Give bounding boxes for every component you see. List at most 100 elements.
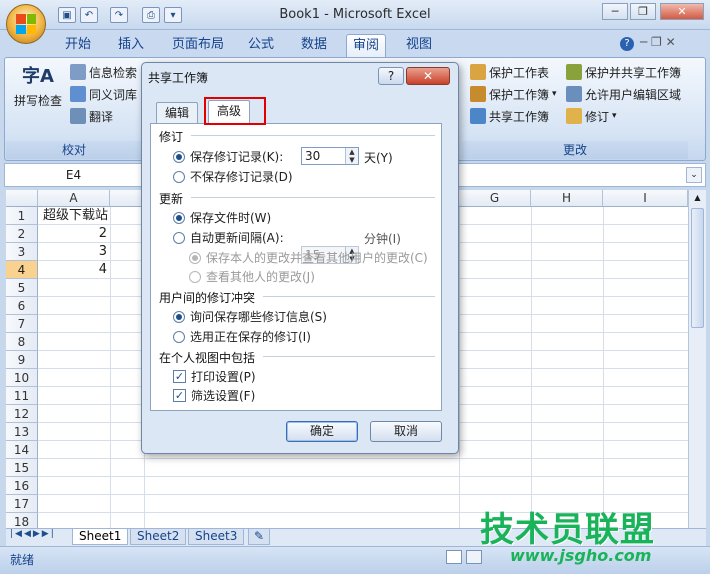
row-header[interactable]: 2 (6, 225, 38, 243)
share-workbook-button[interactable]: 共享工作簿 (470, 106, 549, 126)
minimize-button[interactable]: ─ (602, 3, 628, 20)
radio-icon (173, 310, 185, 323)
row-header[interactable]: 9 (6, 351, 38, 369)
ask-which-option[interactable]: 询问保存哪些修订信息(S) (173, 308, 327, 325)
highlight-box (204, 97, 266, 125)
row-header[interactable]: 17 (6, 495, 38, 513)
cell-a1[interactable]: 超级下载站 (40, 207, 110, 225)
minutes-unit: 分钟(I) (364, 232, 401, 246)
row-header[interactable]: 18 (6, 513, 38, 528)
row-header[interactable]: 14 (6, 441, 38, 459)
checkmark-icon: ✓ (173, 370, 186, 383)
scroll-up-icon[interactable]: ▲ (689, 190, 706, 206)
expand-formula-icon[interactable]: ⌄ (686, 167, 702, 183)
row-header[interactable]: 10 (6, 369, 38, 387)
protect-sheet-button[interactable]: 保护工作表 (470, 62, 549, 82)
protect-workbook-icon (470, 86, 486, 102)
sheet-tab-1[interactable]: Sheet1 (72, 529, 129, 545)
row-header[interactable]: 1 (6, 207, 38, 225)
cell-a2[interactable]: 2 (40, 225, 110, 243)
tab-page-layout[interactable]: 页面布局 (166, 34, 230, 58)
row-header[interactable]: 3 (6, 243, 38, 261)
radio-icon (189, 251, 201, 264)
office-button[interactable] (6, 4, 46, 44)
row-header[interactable]: 15 (6, 459, 38, 477)
section-track-changes: 修订 (159, 130, 184, 144)
scroll-thumb[interactable] (691, 208, 704, 328)
print-settings-checkbox[interactable]: ✓ 打印设置(P) (173, 368, 256, 385)
divider (191, 135, 435, 136)
auto-update-option[interactable]: 自动更新间隔(A): (173, 229, 284, 246)
dialog-title: 共享工作簿 (148, 71, 209, 85)
column-header[interactable]: I (603, 190, 688, 207)
row-header[interactable]: 16 (6, 477, 38, 495)
row-header[interactable]: 11 (6, 387, 38, 405)
column-header-hidden[interactable] (110, 190, 144, 207)
row-header[interactable]: 13 (6, 423, 38, 441)
restore-button[interactable]: ❐ (630, 3, 656, 20)
row-header[interactable]: 6 (6, 297, 38, 315)
column-header[interactable]: H (531, 190, 603, 207)
insert-sheet-icon[interactable]: ✎ (248, 529, 270, 545)
gridline (38, 458, 688, 459)
row-header[interactable]: 12 (6, 405, 38, 423)
redo-icon[interactable]: ↷ (110, 7, 128, 23)
tab-review[interactable]: 审阅 (346, 34, 387, 58)
tab-home[interactable]: 开始 (59, 34, 97, 58)
update-on-save-option[interactable]: 保存文件时(W) (173, 209, 271, 226)
name-box[interactable]: E4 (6, 166, 142, 184)
help-icon[interactable]: ? (620, 37, 634, 51)
thesaurus-button[interactable]: 同义词库 (70, 84, 137, 104)
translate-button[interactable]: 翻译 (70, 106, 113, 126)
undo-icon[interactable]: ↶ (80, 7, 98, 23)
normal-view-icon[interactable] (446, 550, 462, 564)
filter-settings-checkbox[interactable]: ✓ 筛选设置(F) (173, 387, 255, 404)
tab-data[interactable]: 数据 (295, 34, 333, 58)
stepper-arrows-icon[interactable]: ▲ ▼ (345, 148, 358, 164)
section-update: 更新 (159, 192, 184, 206)
protect-and-share-button[interactable]: 保护并共享工作簿 (566, 62, 681, 82)
sheet-tab-3[interactable]: Sheet3 (188, 529, 245, 545)
spell-check-button[interactable]: 字A 拼写检查 (14, 62, 62, 109)
close-button[interactable]: ✕ (660, 3, 704, 20)
research-button[interactable]: 信息检索 (70, 62, 137, 82)
cancel-button[interactable]: 取消 (370, 421, 442, 442)
row-header[interactable]: 4 (6, 261, 38, 279)
tab-insert[interactable]: 插入 (112, 34, 150, 58)
protect-workbook-button[interactable]: 保护工作簿 ▾ (470, 84, 557, 104)
gridline (459, 207, 460, 528)
just-see-option: 查看其他人的更改(J) (189, 268, 315, 285)
column-header[interactable]: G (459, 190, 531, 207)
days-stepper[interactable]: 30 ▲ ▼ (301, 147, 359, 165)
tab-view[interactable]: 视图 (400, 34, 438, 58)
column-header[interactable]: A (38, 190, 110, 207)
sheet-tab-2[interactable]: Sheet2 (130, 529, 187, 545)
dialog-help-button[interactable]: ? (378, 67, 404, 85)
save-icon[interactable]: ▣ (58, 7, 76, 23)
print-preview-icon[interactable]: ⎙ (142, 7, 160, 23)
row-header[interactable]: 8 (6, 333, 38, 351)
share-workbook-dialog: 共享工作簿 ? ✕ 编辑 高级 修订 保存修订记录(K): 30 ▲ ▼ 天(Y) … (141, 62, 459, 454)
gridline (603, 207, 604, 528)
dialog-close-button[interactable]: ✕ (406, 67, 450, 85)
quick-access-dropdown-icon[interactable]: ▾ (164, 7, 182, 23)
track-changes-button[interactable]: 修订 ▾ (566, 106, 617, 126)
no-history-option[interactable]: 不保存修订记录(D) (173, 168, 293, 185)
ok-button[interactable]: 确定 (286, 421, 358, 442)
row-header[interactable]: 5 (6, 279, 38, 297)
radio-icon (173, 170, 185, 183)
select-all-corner[interactable] (6, 190, 38, 207)
ribbon-minimize-icon[interactable]: ─ ❐ ✕ (640, 35, 676, 49)
vertical-scrollbar[interactable]: ▲ (688, 190, 706, 528)
cell-a3[interactable]: 3 (40, 243, 110, 261)
row-header[interactable]: 7 (6, 315, 38, 333)
saved-wins-option[interactable]: 选用正在保存的修订(I) (173, 328, 311, 345)
page-layout-view-icon[interactable] (466, 550, 482, 564)
allow-edit-ranges-button[interactable]: 允许用户编辑区域 (566, 84, 681, 104)
cell-a4[interactable]: 4 (40, 261, 110, 279)
tab-edit[interactable]: 编辑 (156, 102, 199, 124)
keep-history-option[interactable]: 保存修订记录(K): (173, 148, 283, 165)
section-conflicts: 用户间的修订冲突 (159, 291, 256, 305)
sheet-nav-arrows-icon[interactable]: |◀◀▶▶| (10, 529, 56, 539)
tab-formulas[interactable]: 公式 (242, 34, 280, 58)
